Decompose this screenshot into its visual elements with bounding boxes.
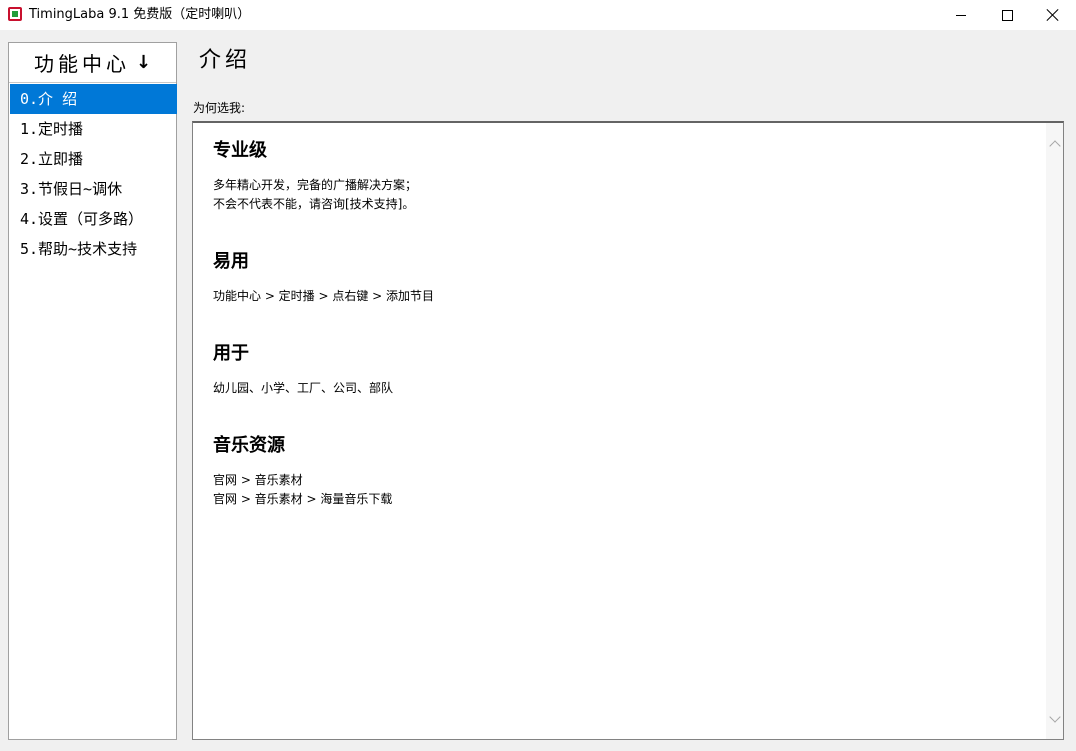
- chevron-up-icon: [1048, 139, 1061, 152]
- block-easy: 易用 功能中心 > 定时播 > 点右键 > 添加节目: [213, 250, 1033, 306]
- window-bottom-edge: [0, 740, 1076, 751]
- nav-item-settings[interactable]: 4.设置（可多路）: [10, 204, 177, 234]
- block-music: 音乐资源 官网 > 音乐素材 官网 > 音乐素材 > 海量音乐下载: [213, 434, 1033, 509]
- nav-item-intro[interactable]: 0.介 绍: [10, 84, 177, 114]
- nav-item-holidays[interactable]: 3.节假日~调休: [10, 174, 177, 204]
- chevron-down-icon: [1048, 710, 1061, 723]
- minimize-icon: [956, 14, 966, 16]
- section-label: 为何选我:: [193, 101, 246, 115]
- scroll-up-button[interactable]: [1046, 135, 1063, 152]
- block-professional: 专业级 多年精心开发，完备的广播解决方案； 不会不代表不能，请咨询[技术支持]。: [213, 139, 1033, 214]
- page-title: 介绍: [199, 48, 252, 73]
- block-heading: 专业级: [213, 140, 267, 161]
- arrow-down-icon: ↓: [135, 52, 152, 73]
- block-line: 幼儿园、小学、工厂、公司、部队: [213, 381, 394, 395]
- intro-content: 专业级 多年精心开发，完备的广播解决方案； 不会不代表不能，请咨询[技术支持]。…: [213, 139, 1033, 509]
- maximize-button[interactable]: [984, 0, 1030, 30]
- nav-list: 0.介 绍 1.定时播 2.立即播 3.节假日~调休 4.设置（可多路） 5.帮…: [10, 84, 177, 264]
- app-icon: [8, 7, 22, 21]
- nav-item-instant-play[interactable]: 2.立即播: [10, 144, 177, 174]
- block-line: 多年精心开发，完备的广播解决方案；: [213, 178, 418, 192]
- window-title: TimingLaba 9.1 免费版（定时喇叭）: [29, 7, 251, 22]
- block-line: 功能中心 > 定时播 > 点右键 > 添加节目: [213, 289, 435, 303]
- function-center-button[interactable]: 功能中心 ↓: [9, 43, 176, 83]
- intro-content-panel[interactable]: 专业级 多年精心开发，完备的广播解决方案； 不会不代表不能，请咨询[技术支持]。…: [192, 121, 1064, 740]
- nav-item-help[interactable]: 5.帮助~技术支持: [10, 234, 177, 264]
- block-line: 官网 > 音乐素材 > 海量音乐下载: [213, 492, 393, 506]
- maximize-icon: [1001, 9, 1013, 21]
- nav-item-scheduled-play[interactable]: 1.定时播: [10, 114, 177, 144]
- close-button[interactable]: [1030, 0, 1076, 30]
- vertical-scrollbar[interactable]: [1046, 123, 1063, 739]
- block-heading: 易用: [213, 251, 249, 272]
- scroll-down-button[interactable]: [1046, 710, 1063, 727]
- minimize-button[interactable]: [938, 0, 984, 30]
- close-icon: [1047, 9, 1059, 21]
- sidebar: 功能中心 ↓ 0.介 绍 1.定时播 2.立即播 3.节假日~调休 4.设置（可…: [8, 42, 177, 740]
- block-line: 不会不代表不能，请咨询[技术支持]。: [213, 197, 415, 211]
- block-heading: 音乐资源: [213, 435, 285, 456]
- title-bar: TimingLaba 9.1 免费版（定时喇叭）: [0, 0, 1076, 30]
- function-center-label: 功能中心: [33, 52, 130, 76]
- block-usage: 用于 幼儿园、小学、工厂、公司、部队: [213, 342, 1033, 398]
- block-heading: 用于: [213, 343, 249, 364]
- block-line: 官网 > 音乐素材: [213, 473, 303, 487]
